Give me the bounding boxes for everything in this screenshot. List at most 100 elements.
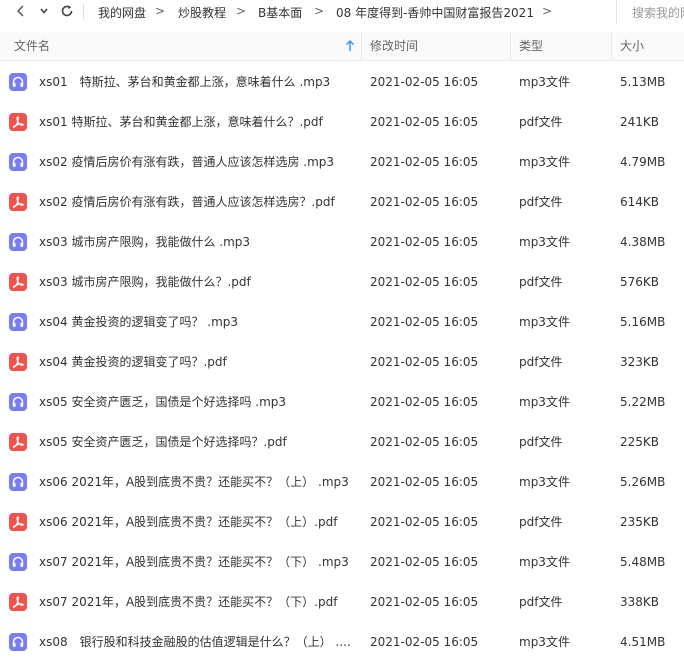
file-modified-time: 2021-02-05 16:05 (370, 315, 479, 329)
file-size: 338KB (620, 595, 660, 609)
file-row[interactable]: xs05 安全资产匮乏，国债是个好选择吗？.pdf 2021-02-05 16:0… (0, 422, 684, 462)
file-modified-time: 2021-02-05 16:05 (370, 275, 479, 289)
file-row[interactable]: xs02 疫情后房价有涨有跌，普通人应该怎样选房？.pdf 2021-02-05 … (0, 182, 684, 222)
audio-file-icon (9, 313, 27, 331)
file-size: 5.22MB (620, 395, 666, 409)
audio-file-icon (9, 233, 27, 251)
file-type: pdf文件 (519, 435, 563, 449)
breadcrumb-separator: > (155, 4, 166, 18)
toolbar: 我的网盘 > 炒股教程 > B基本面 > 08 年度得到-香帅中国财富报告202… (0, 0, 684, 24)
file-size: 235KB (620, 515, 660, 529)
file-list-header: 文件名 修改时间 类型 大小 (0, 32, 684, 61)
file-modified-time: 2021-02-05 16:05 (370, 155, 479, 169)
file-type: mp3文件 (519, 75, 570, 89)
column-divider[interactable] (611, 32, 612, 60)
column-divider[interactable] (510, 32, 511, 60)
file-size: 5.16MB (620, 315, 666, 329)
file-size: 225KB (620, 435, 660, 449)
column-header-type[interactable]: 类型 (519, 32, 543, 60)
history-dropdown-button[interactable] (36, 3, 52, 19)
file-name[interactable]: xs06 2021年，A股到底贵不贵？还能买不？（上）.pdf (39, 502, 354, 542)
file-modified-time: 2021-02-05 16:05 (370, 475, 479, 489)
file-row[interactable]: xs06 2021年，A股到底贵不贵？还能买不？（上） .mp3 2021-02-… (0, 462, 684, 502)
column-header-name[interactable]: 文件名 (14, 32, 50, 60)
sort-ascending-icon[interactable] (345, 40, 355, 52)
pdf-file-icon (9, 433, 27, 451)
audio-file-icon (9, 633, 27, 651)
back-button[interactable] (13, 3, 29, 19)
file-size: 5.48MB (620, 555, 666, 569)
file-name[interactable]: xs07 2021年，A股到底贵不贵？还能买不？（下） .mp3 (39, 542, 354, 582)
file-size: 5.13MB (620, 75, 666, 89)
file-name[interactable]: xs05 安全资产匮乏，国债是个好选择吗 .mp3 (39, 382, 354, 422)
file-row[interactable]: xs05 安全资产匮乏，国债是个好选择吗 .mp3 2021-02-05 16:0… (0, 382, 684, 422)
file-modified-time: 2021-02-05 16:05 (370, 355, 479, 369)
file-type: mp3文件 (519, 555, 570, 569)
file-row[interactable]: xs07 2021年，A股到底贵不贵？还能买不？（下） .mp3 2021-02-… (0, 542, 684, 582)
file-row[interactable]: xs02 疫情后房价有涨有跌，普通人应该怎样选房 .mp3 2021-02-05 … (0, 142, 684, 182)
file-type: mp3文件 (519, 475, 570, 489)
file-row[interactable]: xs06 2021年，A股到底贵不贵？还能买不？（上）.pdf 2021-02-0… (0, 502, 684, 542)
file-row[interactable]: xs07 2021年，A股到底贵不贵？还能买不？（下）.pdf 2021-02-0… (0, 582, 684, 622)
file-name[interactable]: xs02 疫情后房价有涨有跌，普通人应该怎样选房？.pdf (39, 182, 354, 222)
file-modified-time: 2021-02-05 16:05 (370, 635, 479, 649)
audio-file-icon (9, 473, 27, 491)
column-header-modified[interactable]: 修改时间 (370, 32, 418, 60)
file-size: 5.26MB (620, 475, 666, 489)
file-type: pdf文件 (519, 115, 563, 129)
file-name[interactable]: xs07 2021年，A股到底贵不贵？还能买不？（下）.pdf (39, 582, 354, 622)
column-divider[interactable] (361, 32, 362, 60)
file-row[interactable]: xs08 银行股和科技金融股的估值逻辑是什么？（上） .... 2021-02-0… (0, 622, 684, 662)
file-name[interactable]: xs08 银行股和科技金融股的估值逻辑是什么？（上） .... (39, 622, 354, 662)
file-modified-time: 2021-02-05 16:05 (370, 75, 479, 89)
file-size: 576KB (620, 275, 660, 289)
column-header-size[interactable]: 大小 (620, 32, 644, 60)
pdf-file-icon (9, 193, 27, 211)
refresh-button[interactable] (59, 3, 75, 19)
breadcrumb-separator: > (236, 4, 247, 18)
file-name[interactable]: xs03 城市房产限购，我能做什么？.pdf (39, 262, 354, 302)
file-name[interactable]: xs04 黄金投资的逻辑变了吗？.pdf (39, 342, 354, 382)
file-type: mp3文件 (519, 315, 570, 329)
file-size: 4.79MB (620, 155, 666, 169)
file-modified-time: 2021-02-05 16:05 (370, 595, 479, 609)
search-placeholder: 搜索我的网盘文件 (632, 6, 684, 20)
breadcrumb-item-my-drive[interactable]: 我的网盘 (98, 4, 146, 21)
pdf-file-icon (9, 353, 27, 371)
breadcrumb-item-tutorial[interactable]: 炒股教程 (178, 4, 226, 21)
breadcrumb-item-current-folder[interactable]: 08 年度得到-香帅中国财富报告2021 (336, 4, 534, 21)
file-type: mp3文件 (519, 155, 570, 169)
chevron-down-icon (40, 8, 48, 14)
file-name[interactable]: xs03 城市房产限购，我能做什么 .mp3 (39, 222, 354, 262)
file-size: 323KB (620, 355, 660, 369)
file-type: pdf文件 (519, 595, 563, 609)
file-type: pdf文件 (519, 275, 563, 289)
file-modified-time: 2021-02-05 16:05 (370, 195, 479, 209)
file-row[interactable]: xs01 特斯拉、茅台和黄金都上涨，意味着什么 .mp3 2021-02-05 1… (0, 62, 684, 102)
file-type: mp3文件 (519, 395, 570, 409)
breadcrumb-item-fundamentals[interactable]: B基本面 (258, 4, 302, 21)
file-row[interactable]: xs03 城市房产限购，我能做什么？.pdf 2021-02-05 16:05 pd… (0, 262, 684, 302)
file-name[interactable]: xs01 特斯拉、茅台和黄金都上涨，意味着什么？.pdf (39, 102, 354, 142)
search-input[interactable]: 搜索我的网盘文件 (616, 0, 684, 24)
file-type: pdf文件 (519, 195, 563, 209)
file-type: mp3文件 (519, 235, 570, 249)
file-row[interactable]: xs01 特斯拉、茅台和黄金都上涨，意味着什么？.pdf 2021-02-05 1… (0, 102, 684, 142)
file-name[interactable]: xs05 安全资产匮乏，国债是个好选择吗？.pdf (39, 422, 354, 462)
pdf-file-icon (9, 593, 27, 611)
file-name[interactable]: xs04 黄金投资的逻辑变了吗？ .mp3 (39, 302, 354, 342)
file-row[interactable]: xs04 黄金投资的逻辑变了吗？.pdf 2021-02-05 16:05 pdf文… (0, 342, 684, 382)
audio-file-icon (9, 393, 27, 411)
file-name[interactable]: xs02 疫情后房价有涨有跌，普通人应该怎样选房 .mp3 (39, 142, 354, 182)
file-name[interactable]: xs01 特斯拉、茅台和黄金都上涨，意味着什么 .mp3 (39, 62, 354, 102)
file-size: 4.51MB (620, 635, 666, 649)
audio-file-icon (9, 73, 27, 91)
toolbar-divider (83, 4, 84, 19)
file-row[interactable]: xs03 城市房产限购，我能做什么 .mp3 2021-02-05 16:05 mp… (0, 222, 684, 262)
file-modified-time: 2021-02-05 16:05 (370, 235, 479, 249)
breadcrumb-separator: > (314, 4, 325, 18)
file-name[interactable]: xs06 2021年，A股到底贵不贵？还能买不？（上） .mp3 (39, 462, 354, 502)
file-row[interactable]: xs04 黄金投资的逻辑变了吗？ .mp3 2021-02-05 16:05 mp3… (0, 302, 684, 342)
file-type: pdf文件 (519, 355, 563, 369)
file-modified-time: 2021-02-05 16:05 (370, 115, 479, 129)
